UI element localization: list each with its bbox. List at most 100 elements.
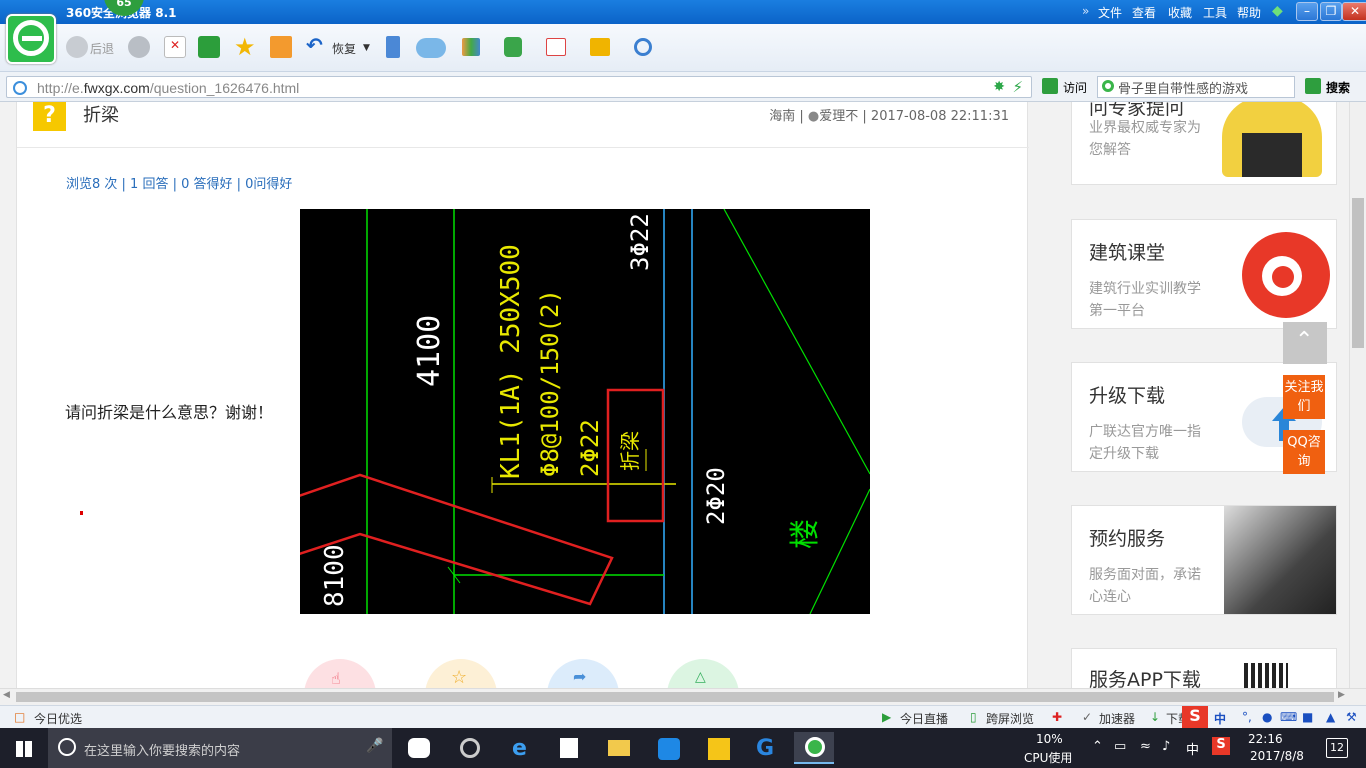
expert-mascot-icon <box>1222 102 1322 177</box>
wifi-icon[interactable]: ≈ <box>1140 739 1151 754</box>
app-plus-icon[interactable] <box>648 732 688 764</box>
sidebar-app-download[interactable]: 服务APP下载 <box>1071 648 1337 688</box>
sogou-tray-icon[interactable]: S <box>1212 737 1230 755</box>
refresh-icon[interactable] <box>198 36 220 58</box>
sidebar-ask-expert[interactable]: 问专家提问 业界最权威专家为您解答 <box>1071 102 1337 185</box>
handshake-image <box>1224 506 1336 614</box>
file-explorer-icon[interactable] <box>598 732 638 764</box>
undo-icon[interactable]: ↶ <box>306 33 328 57</box>
battery-icon[interactable]: ▭ <box>1114 739 1126 754</box>
mic-icon[interactable]: ● <box>1262 710 1272 724</box>
stop-icon[interactable]: ✕ <box>164 36 186 58</box>
visit-button[interactable]: 访问 <box>1063 79 1087 96</box>
ime-mode[interactable]: 中 <box>1214 710 1226 727</box>
notification-center-icon[interactable]: 12 <box>1326 738 1348 758</box>
question-location[interactable]: 海南 <box>769 109 795 124</box>
cad-drawing-svg <box>300 209 870 614</box>
lightning-icon[interactable]: ⚡ <box>1012 78 1023 96</box>
menu-help[interactable]: 帮助 <box>1237 4 1261 21</box>
cad-drawing-image[interactable]: 4100 KL1(1A) 250X500 Φ8@100/150(2) 2Φ22 … <box>300 209 870 614</box>
edge-icon[interactable]: e <box>500 732 540 764</box>
report-button[interactable]: △ <box>667 659 739 688</box>
cloud-icon[interactable] <box>416 38 446 58</box>
visit-arrow-icon[interactable] <box>1042 78 1058 94</box>
shirt-small-icon[interactable]: ▲ <box>1326 710 1335 724</box>
notes-icon[interactable] <box>698 732 738 764</box>
follow-us-button[interactable]: 关注我们 <box>1283 375 1325 419</box>
translate-icon[interactable] <box>546 38 566 56</box>
cross-screen-link[interactable]: 跨屏浏览 <box>986 710 1034 727</box>
shield-icon[interactable] <box>504 37 522 57</box>
home-icon[interactable] <box>270 36 292 58</box>
shirt-icon[interactable]: ◆ <box>1272 3 1283 19</box>
scroll-left-icon[interactable]: ◀ <box>3 690 10 700</box>
zoom-icon[interactable] <box>634 38 652 56</box>
app-g-icon[interactable]: G <box>746 732 786 764</box>
tray-expand-icon[interactable]: ⌃ <box>1092 739 1103 754</box>
share-button[interactable]: ➦ <box>547 659 619 688</box>
taskbar-search-input[interactable]: 在这里输入你要搜索的内容 <box>84 740 240 759</box>
qq-consult-button[interactable]: QQ咨询 <box>1283 430 1325 474</box>
vertical-scrollbar[interactable] <box>1349 102 1366 688</box>
360-browser-taskbar-icon[interactable] <box>794 732 834 764</box>
back-to-top-button[interactable]: ⌃ <box>1283 322 1327 364</box>
restore-button[interactable]: ❐ <box>1320 2 1342 21</box>
sidebar-desc: 服务面对面，承诺心连心 <box>1089 567 1201 605</box>
keyboard-icon[interactable]: ⌨ <box>1280 710 1297 724</box>
like-button[interactable]: ☝ <box>304 659 376 688</box>
back-arrow-icon[interactable] <box>66 36 88 58</box>
daily-live-link[interactable]: 今日直播 <box>900 710 948 727</box>
scroll-right-icon[interactable]: ▶ <box>1338 690 1345 700</box>
minimize-button[interactable]: – <box>1296 2 1318 21</box>
taskbar-search[interactable]: 在这里输入你要搜索的内容 🎤 <box>48 728 392 768</box>
star-icon[interactable]: ★ <box>234 33 256 61</box>
menu-favorites[interactable]: 收藏 <box>1168 4 1192 21</box>
scroll-thumb[interactable] <box>1352 198 1364 348</box>
tray-ime[interactable]: 中 <box>1186 739 1199 758</box>
forward-arrow-icon[interactable] <box>128 36 150 58</box>
windows-start-icon[interactable] <box>16 741 32 757</box>
clock-date[interactable]: 2017/8/8 <box>1250 749 1304 763</box>
search-button[interactable]: 搜索 <box>1326 79 1350 96</box>
menu-tools[interactable]: 工具 <box>1203 4 1227 21</box>
skin-icon[interactable]: ■ <box>1302 710 1313 724</box>
url-text[interactable]: http://e.fwxgx.com/question_1626476.html <box>37 80 299 96</box>
question-stats[interactable]: 浏览8 次 | 1 回答 | 0 答得好 | 0问得好 <box>66 173 292 192</box>
clock-time[interactable]: 22:16 <box>1248 732 1283 746</box>
search-engine-icon[interactable] <box>1102 80 1114 92</box>
plus-icon[interactable]: ✚ <box>1052 710 1062 724</box>
menu-view[interactable]: 查看 <box>1132 4 1156 21</box>
sidebar-title: 服务APP下载 <box>1089 669 1201 688</box>
volume-icon[interactable]: ♪ <box>1162 739 1170 754</box>
favorite-button[interactable]: ☆ <box>425 659 497 688</box>
sidebar-appointment[interactable]: 预约服务 服务面对面，承诺心连心 <box>1071 505 1337 615</box>
store-icon[interactable] <box>548 732 588 764</box>
search-box[interactable] <box>1097 76 1295 98</box>
sidebar-building-class[interactable]: 建筑课堂 建筑行业实训教学第一平台 <box>1071 219 1337 329</box>
microphone-icon[interactable]: 🎤 <box>366 738 383 754</box>
search-icon[interactable] <box>1305 78 1321 94</box>
url-field[interactable]: http://e.fwxgx.com/question_1626476.html… <box>6 76 1032 98</box>
app-browser-icon[interactable] <box>448 732 488 764</box>
sogou-ime-icon[interactable]: S <box>1182 706 1208 728</box>
back-label[interactable]: 后退 <box>90 40 114 57</box>
apps-icon[interactable] <box>462 38 480 56</box>
screenshot-icon[interactable] <box>590 38 610 56</box>
restore-label[interactable]: 恢复 <box>332 40 356 57</box>
browser-logo-icon[interactable] <box>6 14 56 64</box>
divider <box>17 147 1029 148</box>
wrench-icon[interactable]: ⚒ <box>1346 710 1357 724</box>
horizontal-scrollbar[interactable]: ◀ ▶ <box>0 688 1366 705</box>
task-view-icon[interactable] <box>398 732 438 764</box>
menu-file[interactable]: 文件 <box>1098 4 1122 21</box>
phone-icon[interactable] <box>386 36 400 58</box>
ime-punct-icon[interactable]: °, <box>1242 710 1252 724</box>
daily-picks-link[interactable]: 今日优选 <box>34 710 82 727</box>
accelerator-link[interactable]: 加速器 <box>1099 710 1135 727</box>
dropdown-arrow-icon[interactable]: ▼ <box>363 43 370 53</box>
close-button[interactable]: ✕ <box>1342 2 1366 21</box>
search-input[interactable] <box>1118 79 1290 95</box>
question-user[interactable]: 爱理不 <box>819 109 858 124</box>
scroll-thumb[interactable] <box>16 692 1334 702</box>
speed-icon[interactable]: ✸ <box>993 79 1005 95</box>
